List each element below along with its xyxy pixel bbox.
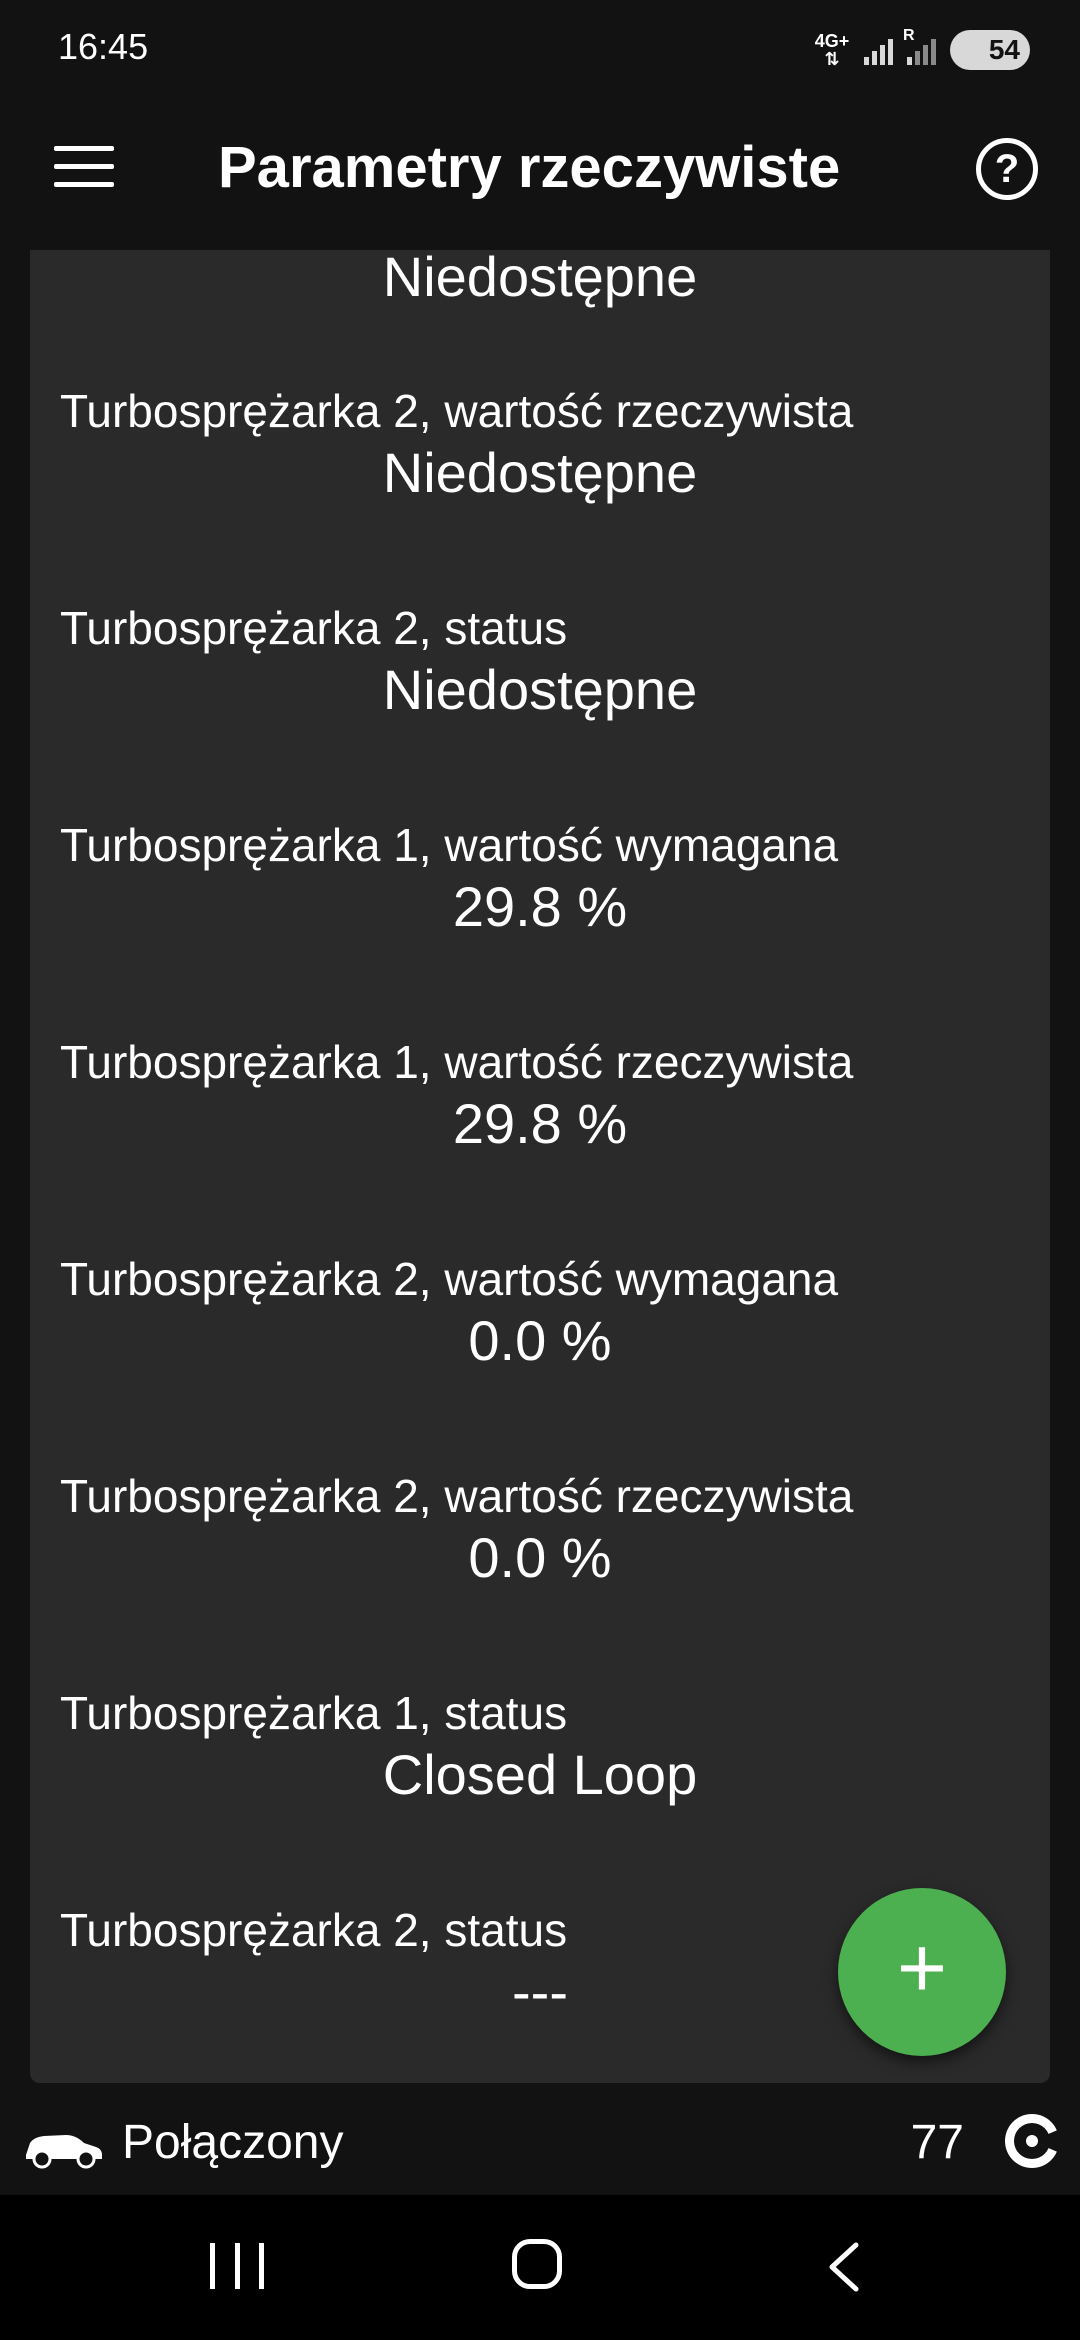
recents-icon[interactable] xyxy=(210,2243,264,2291)
home-icon[interactable] xyxy=(512,2239,562,2289)
battery-level: 54 xyxy=(988,34,1020,65)
data-arrows-icon: ⇅ xyxy=(824,49,840,69)
page-title: Parametry rzeczywiste xyxy=(218,135,841,200)
parameters-list[interactable]: Niedostępne Turbosprężarka 2, wartość rz… xyxy=(30,250,1050,2083)
param-label: Turbosprężarka 2, wartość rzeczywista xyxy=(60,1470,854,1522)
network-type-label: 4G+ xyxy=(814,31,850,51)
param-value: Niedostępne xyxy=(382,658,698,721)
help-icon[interactable]: ? xyxy=(976,138,1038,200)
app-bar: Parametry rzeczywiste ? xyxy=(0,100,1080,250)
plus-icon: + xyxy=(896,1920,948,2016)
param-label: Turbosprężarka 2, wartość wymagana xyxy=(60,1253,839,1305)
connection-status-text: Połączony xyxy=(122,2116,344,2169)
counter-value: 77 xyxy=(910,2116,964,2169)
car-icon xyxy=(26,2135,102,2169)
status-icons: 4G+ ⇅ R 54 xyxy=(814,26,1030,74)
param-value: 0.0 % xyxy=(468,1309,612,1372)
param-label: Turbosprężarka 1, status xyxy=(60,1687,568,1739)
param-value: 29.8 % xyxy=(452,875,628,938)
param-value: Closed Loop xyxy=(382,1743,698,1806)
network-type-icon: 4G+ ⇅ xyxy=(814,32,850,68)
signal-strength-icon xyxy=(864,35,893,65)
roaming-label: R xyxy=(903,27,915,44)
hamburger-menu-icon[interactable] xyxy=(54,146,114,196)
param-label: Turbosprężarka 2, status xyxy=(60,1904,568,1956)
gauge-icon xyxy=(1005,2114,1060,2168)
param-label: Turbosprężarka 1, wartość rzeczywista xyxy=(60,1036,854,1088)
system-nav-bar xyxy=(0,2195,1080,2340)
status-bar: 16:45 4G+ ⇅ R 54 xyxy=(0,0,1080,100)
param-label: Turbosprężarka 1, wartość wymagana xyxy=(60,819,839,871)
param-value: 0.0 % xyxy=(468,1526,612,1589)
status-time: 16:45 xyxy=(58,26,149,67)
param-value: Niedostępne xyxy=(382,250,698,308)
back-icon[interactable] xyxy=(820,2239,870,2295)
connection-status-bar: Połączony 77 xyxy=(0,2083,1080,2195)
param-label: Turbosprężarka 2, status xyxy=(60,602,568,654)
param-value: 29.8 % xyxy=(452,1092,628,1155)
battery-icon: 54 xyxy=(950,30,1030,70)
roaming-signal-icon: R xyxy=(903,27,936,65)
param-value: Niedostępne xyxy=(382,441,698,504)
param-label: Turbosprężarka 2, wartość rzeczywista xyxy=(60,385,854,437)
add-parameter-button[interactable]: + xyxy=(838,1888,1006,2056)
